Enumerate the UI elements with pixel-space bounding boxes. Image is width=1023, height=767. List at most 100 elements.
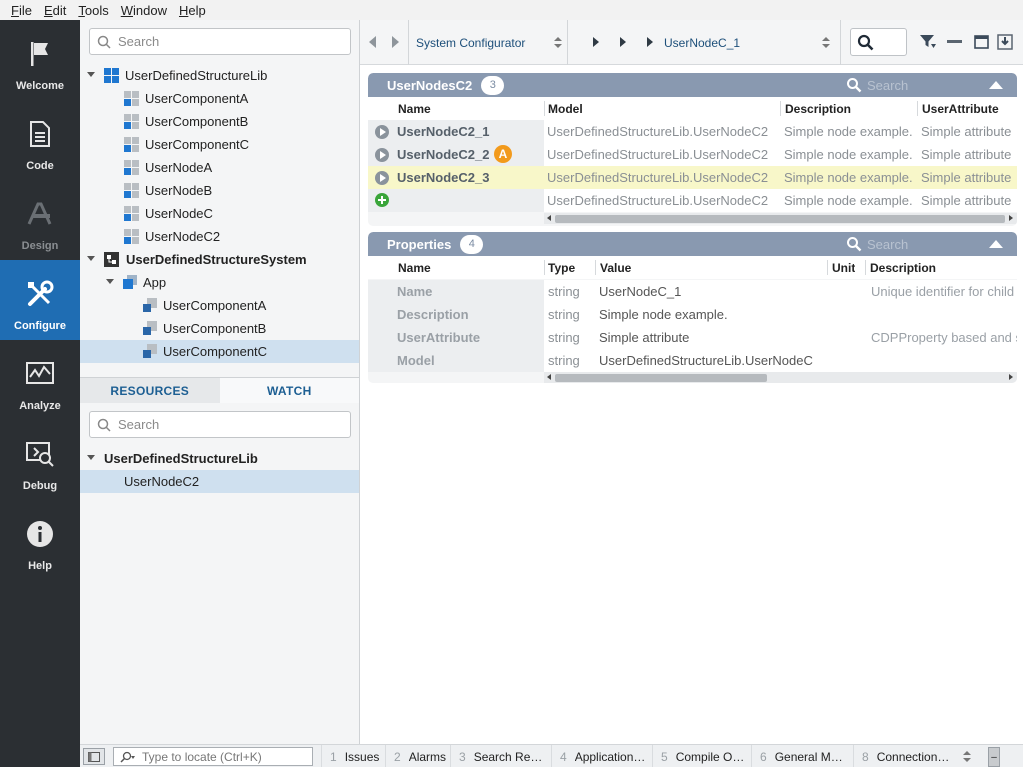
rail-help[interactable]: Help [0,500,80,580]
output-tab[interactable]: 2 Alarms [385,745,450,767]
property-type: string [548,353,580,368]
dock-icon[interactable] [997,34,1013,50]
property-value[interactable]: UserDefinedStructureLib.UserNodeC [599,349,827,372]
tree-lib[interactable]: UserDefinedStructureLib [80,64,359,87]
node-row[interactable]: UserDefinedStructureLib.UserNodeC2 Simple… [368,189,1017,212]
breadcrumb-arrow-icon[interactable] [620,37,626,47]
property-row[interactable]: UserAttribute string Simple attribute CDPPr… [368,326,1017,349]
collapse-output-button[interactable]: – [988,747,1000,767]
property-value[interactable]: Simple attribute [599,326,827,349]
tree-lib-item[interactable]: UserNodeB [80,179,359,202]
menu-window[interactable]: Window [116,3,172,18]
maximize-icon[interactable] [974,35,989,49]
tree-app-item[interactable]: UserComponentA [80,294,359,317]
property-value[interactable]: UserNodeC_1 [599,280,827,303]
add-icon[interactable] [375,193,389,207]
menu-edit[interactable]: Edit [39,3,71,18]
rail-configure[interactable]: Configure [0,260,80,340]
breadcrumb-arrow-icon[interactable] [647,37,653,47]
col-unit[interactable]: Unit [832,256,855,279]
col-name[interactable]: Name [398,97,431,120]
tree-app[interactable]: App [80,271,359,294]
scroll-left-icon[interactable] [547,215,551,221]
project-search[interactable]: Search [89,28,351,55]
output-tab[interactable]: 3 Search Re… [450,745,551,767]
resources-lib[interactable]: UserDefinedStructureLib [80,447,359,470]
document-icon [24,118,56,150]
rail-welcome[interactable]: Welcome [0,20,80,100]
node-row[interactable]: UserNodeC2_3 UserDefinedStructureLib.User… [368,166,1017,189]
col-description[interactable]: Description [785,97,851,120]
panel-search[interactable]: Search [846,73,908,97]
tree-lib-item[interactable]: UserNodeA [80,156,359,179]
properties-panel-header[interactable]: Properties 4 Search [368,232,1017,256]
alarm-badge[interactable]: A [494,145,512,163]
breadcrumb-arrow-icon[interactable] [593,37,599,47]
resources-item[interactable]: UserNodeC2 [80,470,359,493]
locate-input[interactable]: Type to locate (Ctrl+K) [113,747,313,766]
configurator-select[interactable]: System Configurator [416,20,566,65]
resources-search[interactable]: Search [89,411,351,438]
collapse-caret-icon[interactable] [87,255,95,263]
tree-lib-item[interactable]: UserNodeC [80,202,359,225]
col-description[interactable]: Description [870,256,1017,279]
output-tab[interactable]: 6 General M… [751,745,853,767]
output-tab[interactable]: 4 Application… [551,745,652,767]
menu-help[interactable]: Help [174,3,211,18]
scroll-right-icon[interactable] [1009,215,1013,221]
filter-icon[interactable] [919,34,937,50]
scroll-thumb[interactable] [555,215,1005,223]
forward-arrow-icon[interactable] [392,36,399,48]
collapse-up-icon[interactable] [989,240,1003,248]
tab-watch[interactable]: WATCH [219,378,359,403]
panel-toggle-button[interactable] [83,748,105,765]
back-arrow-icon[interactable] [369,36,376,48]
node-row[interactable]: UserNodeC2_1 UserDefinedStructureLib.User… [368,120,1017,143]
output-tab[interactable]: 5 Compile O… [652,745,751,767]
minimize-icon[interactable] [947,40,962,44]
panel-search[interactable]: Search [846,232,908,256]
tree-app-item[interactable]: UserComponentB [80,317,359,340]
menu-file[interactable]: File [6,3,37,18]
scroll-thumb[interactable] [555,374,767,382]
play-icon[interactable] [375,148,389,162]
toolbar-search[interactable] [850,28,907,56]
play-icon[interactable] [375,171,389,185]
menu-tools[interactable]: Tools [73,3,113,18]
scroll-left-icon[interactable] [547,374,551,380]
rail-debug[interactable]: Debug [0,420,80,500]
tree-system[interactable]: UserDefinedStructureSystem [80,248,359,271]
property-row[interactable]: Model string UserDefinedStructureLib.UserN… [368,349,1017,372]
collapse-caret-icon[interactable] [106,278,114,286]
output-tab[interactable]: 8 Connection… [853,745,965,767]
rail-design[interactable]: Design [0,180,80,260]
col-model[interactable]: Model [548,97,583,120]
collapse-caret-icon[interactable] [87,454,95,462]
updown-icon[interactable] [963,751,971,763]
node-row[interactable]: UserNodeC2_2 A UserDefinedStructureLib.Use… [368,143,1017,166]
tree-lib-item[interactable]: UserComponentA [80,87,359,110]
property-value[interactable]: Simple node example. [599,303,827,326]
property-row[interactable]: Name string UserNodeC_1 Unique identifier f… [368,280,1017,303]
tree-lib-item[interactable]: UserComponentB [80,110,359,133]
col-name[interactable]: Name [398,256,431,279]
breadcrumb-select[interactable]: UserNodeC_1 [664,20,834,65]
rail-analyze[interactable]: Analyze [0,340,80,420]
collapse-up-icon[interactable] [989,81,1003,89]
play-icon[interactable] [375,125,389,139]
col-type[interactable]: Type [548,256,575,279]
output-tab[interactable]: 1 Issues [321,745,385,767]
tree-app-item[interactable]: UserComponentC [80,340,359,363]
properties-hscrollbar[interactable] [544,372,1017,383]
col-userattribute[interactable]: UserAttribute [922,97,1017,120]
col-value[interactable]: Value [600,256,631,279]
scroll-right-icon[interactable] [1009,374,1013,380]
tree-lib-item[interactable]: UserNodeC2 [80,225,359,248]
usernodes-panel-header[interactable]: UserNodesC2 3 Search [368,73,1017,97]
tab-resources[interactable]: RESOURCES [80,378,220,403]
collapse-caret-icon[interactable] [87,71,95,79]
property-row[interactable]: Description string Simple node example. [368,303,1017,326]
nodes-hscrollbar[interactable] [544,213,1017,224]
tree-lib-item[interactable]: UserComponentC [80,133,359,156]
rail-code[interactable]: Code [0,100,80,180]
